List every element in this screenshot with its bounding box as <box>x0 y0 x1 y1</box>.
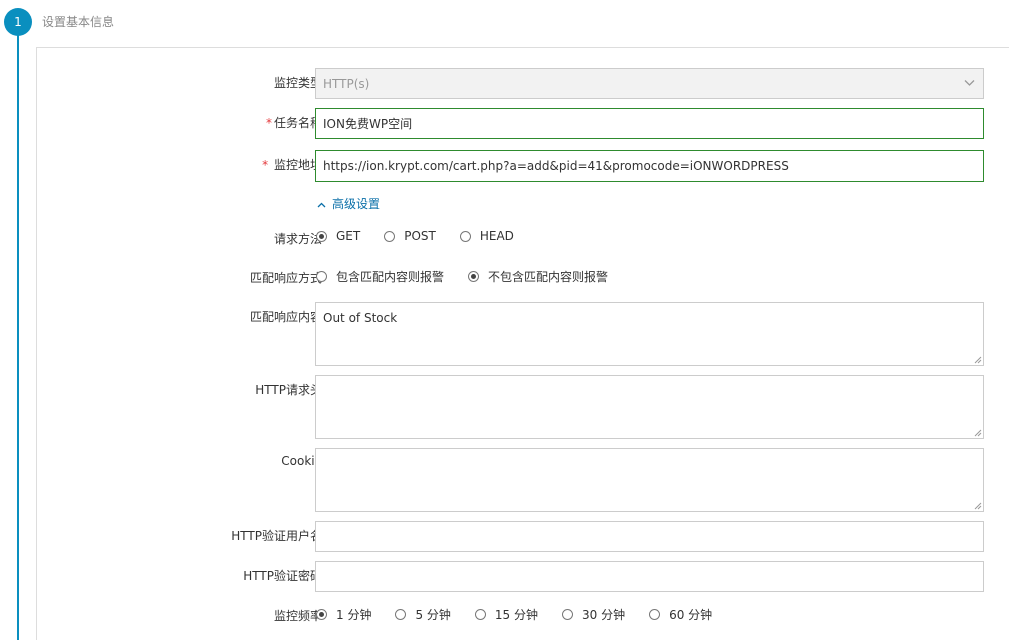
match-content-label: 匹配响应内容 <box>249 310 322 324</box>
frequency-60min[interactable]: 60 分钟 <box>649 606 712 623</box>
match-mode-contains[interactable]: 包含匹配内容则报警 <box>316 268 444 285</box>
http-auth-user-input[interactable] <box>315 521 984 552</box>
radio-button[interactable] <box>316 230 327 242</box>
monitor-url-label: * 监控地址 <box>262 158 322 172</box>
radio-button[interactable] <box>468 271 480 282</box>
http-auth-password-input[interactable] <box>315 561 984 592</box>
http-headers-textarea[interactable] <box>315 375 984 439</box>
request-method-head[interactable]: HEAD <box>459 229 514 243</box>
match-content-textarea[interactable]: Out of Stock <box>315 302 984 366</box>
step-title: 设置基本信息 <box>42 15 115 29</box>
radio-button[interactable] <box>649 609 661 620</box>
request-method-post[interactable]: POST <box>384 229 436 243</box>
radio-button[interactable] <box>316 609 327 620</box>
resize-handle-icon[interactable] <box>974 356 982 364</box>
frequency-30min[interactable]: 30 分钟 <box>562 606 625 623</box>
step-timeline-line <box>17 20 19 640</box>
resize-handle-icon[interactable] <box>974 502 982 510</box>
radio-button[interactable] <box>395 609 407 620</box>
resize-handle-icon[interactable] <box>974 429 982 437</box>
task-name-value: ION免费WP空间 <box>323 117 413 131</box>
monitor-type-select[interactable]: HTTP(s) <box>315 68 984 99</box>
monitor-type-value: HTTP(s) <box>323 76 370 91</box>
step-number-badge: 1 <box>4 8 32 36</box>
match-content-value: Out of Stock <box>323 311 398 325</box>
page: 1 设置基本信息 监控类型 HTTP(s) * 任务名称 ION免费WP空间 * … <box>0 0 1009 640</box>
advanced-settings-label: 高级设置 <box>332 197 381 211</box>
http-auth-password-label: HTTP验证密码 <box>243 569 322 583</box>
required-mark: * <box>265 116 272 130</box>
cookie-textarea[interactable] <box>315 448 984 512</box>
monitor-type-label: 监控类型 <box>273 76 322 90</box>
form-panel: 监控类型 HTTP(s) * 任务名称 ION免费WP空间 * 监控地址 http… <box>36 47 1009 640</box>
radio-button[interactable] <box>562 609 573 620</box>
match-mode-group: 包含匹配内容则报警 不包含匹配内容则报警 <box>316 268 632 285</box>
radio-button[interactable] <box>316 271 327 282</box>
frequency-5min[interactable]: 5 分钟 <box>395 606 451 623</box>
chevron-down-icon <box>964 78 975 89</box>
match-mode-label: 匹配响应方式 <box>249 271 322 285</box>
cookie-label: Cookie <box>281 454 322 468</box>
required-mark: * <box>262 158 269 172</box>
request-method-get[interactable]: GET <box>316 229 360 243</box>
frequency-group: 1 分钟 5 分钟 15 分钟 30 分钟 60 分钟 <box>316 606 736 623</box>
frequency-15min[interactable]: 15 分钟 <box>474 606 538 623</box>
frequency-label: 监控频率 <box>273 609 322 623</box>
monitor-url-input[interactable]: https://ion.krypt.com/cart.php?a=add&pid… <box>315 150 984 182</box>
match-mode-not-contains[interactable]: 不包含匹配内容则报警 <box>468 268 608 285</box>
http-auth-user-label: HTTP验证用户名 <box>231 529 322 543</box>
advanced-settings-toggle[interactable]: 高级设置 <box>317 195 380 212</box>
radio-button[interactable] <box>459 230 471 242</box>
frequency-1min[interactable]: 1 分钟 <box>316 606 371 623</box>
task-name-input[interactable]: ION免费WP空间 <box>315 108 984 139</box>
task-name-label: * 任务名称 <box>265 116 322 130</box>
radio-button[interactable] <box>474 609 486 620</box>
chevron-up-icon <box>317 197 326 211</box>
request-method-label: 请求方法 <box>273 232 322 246</box>
monitor-url-value: https://ion.krypt.com/cart.php?a=add&pid… <box>323 159 789 173</box>
radio-button[interactable] <box>384 230 396 242</box>
request-method-group: GET POST HEAD <box>316 229 538 243</box>
http-headers-label: HTTP请求头 <box>255 383 322 397</box>
